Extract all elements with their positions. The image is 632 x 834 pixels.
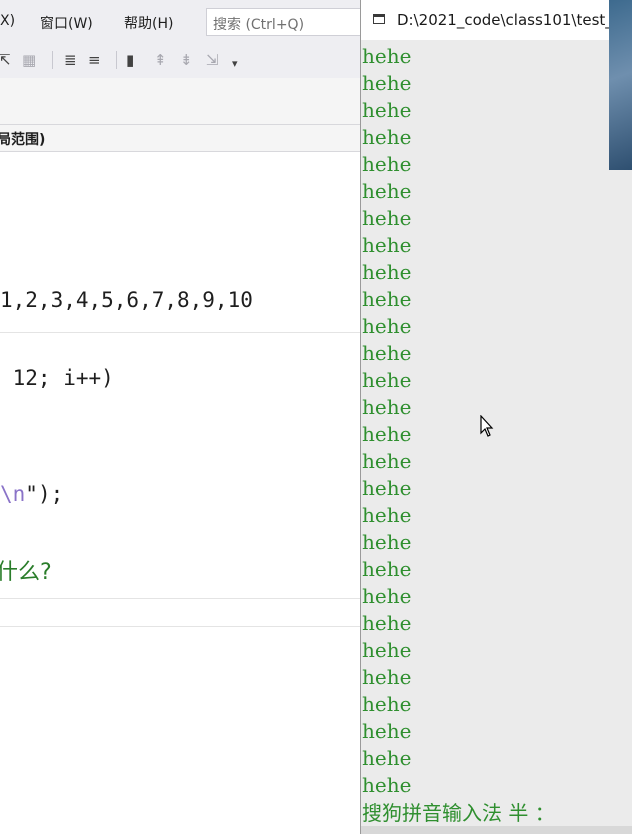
line-separator	[0, 598, 360, 599]
prev-bookmark-icon[interactable]: ⇞	[154, 50, 167, 70]
console-output-line: hehe	[362, 449, 412, 473]
console-output-line: hehe	[362, 152, 412, 176]
menu-bar: X) 窗口(W) 帮助(H) 搜索 (Ctrl+Q)	[0, 0, 360, 44]
console-output-line: hehe	[362, 98, 412, 122]
console-window[interactable]: D:\2021_code\class101\test_9 hehe hehe heh…	[360, 0, 632, 834]
console-output-line: hehe	[362, 125, 412, 149]
visual-studio-window: X) 窗口(W) 帮助(H) 搜索 (Ctrl+Q) ⇱ ▦ ≣ ≡ ▮ ⇞ ⇟…	[0, 0, 360, 834]
desktop-background	[609, 0, 632, 170]
console-output-line: hehe	[362, 206, 412, 230]
console-output-line: hehe	[362, 179, 412, 203]
console-title: D:\2021_code\class101\test_9	[397, 11, 623, 29]
console-output-line: hehe	[362, 314, 412, 338]
console-output-line: hehe	[362, 260, 412, 284]
menu-tools-fragment[interactable]: X)	[0, 13, 15, 29]
console-output-line: hehe	[362, 71, 412, 95]
navigation-bar[interactable]: 局范围)	[0, 124, 360, 152]
toolbar: ⇱ ▦ ≣ ≡ ▮ ⇞ ⇟ ⇲ ▾	[0, 44, 360, 78]
code-editor[interactable]: 1,2,3,4,5,6,7,8,9,10 12; i++) \n"); 什么?	[0, 152, 360, 834]
clipboard-icon[interactable]: ▦	[22, 50, 36, 70]
console-output-line: hehe	[362, 44, 412, 68]
console-output-line: hehe	[362, 341, 412, 365]
console-output-line: hehe	[362, 476, 412, 500]
step-icon[interactable]: ⇱	[0, 50, 11, 70]
console-output-line: hehe	[362, 395, 412, 419]
next-bookmark-icon[interactable]: ⇟	[180, 50, 193, 70]
escape-sequence: \n	[0, 482, 26, 506]
console-output-line: hehe	[362, 287, 412, 311]
clear-bookmarks-icon[interactable]: ⇲	[206, 50, 219, 70]
line-separator	[0, 626, 360, 627]
menu-window[interactable]: 窗口(W)	[40, 13, 93, 33]
comment-lines-icon[interactable]: ≣	[64, 50, 77, 70]
code-line-printf-tail: ");	[25, 482, 64, 506]
console-app-icon	[373, 14, 385, 24]
toolbar-overflow-icon[interactable]: ▾	[232, 54, 238, 74]
console-output-line: hehe	[362, 233, 412, 257]
scope-dropdown[interactable]: 局范围)	[0, 129, 45, 149]
console-title-bar[interactable]: D:\2021_code\class101\test_9	[361, 0, 622, 40]
console-output-line: hehe	[362, 503, 412, 527]
code-comment: 什么?	[0, 560, 52, 585]
console-output-line: hehe	[362, 611, 412, 635]
console-output-line: hehe	[362, 584, 412, 608]
mouse-cursor-icon	[480, 415, 494, 437]
code-line-printf: \n");	[0, 482, 63, 506]
toolbar-separator	[52, 51, 53, 69]
console-output-line: hehe	[362, 746, 412, 770]
console-output-line: hehe	[362, 422, 412, 446]
search-input[interactable]: 搜索 (Ctrl+Q)	[206, 8, 360, 36]
console-output-line: hehe	[362, 530, 412, 554]
console-output: hehe hehe hehe hehe hehe hehe hehe hehe hehe hehe…	[362, 43, 411, 799]
console-output-line: hehe	[362, 719, 412, 743]
console-output-line: hehe	[362, 692, 412, 716]
console-output-line: hehe	[362, 665, 412, 689]
ime-status: 搜狗拼音输入法 半 ：	[362, 801, 555, 825]
console-output-line: hehe	[362, 638, 412, 662]
code-line-for-loop: 12; i++)	[0, 366, 114, 390]
code-line-array-init: 1,2,3,4,5,6,7,8,9,10	[0, 288, 253, 312]
horizontal-scrollbar[interactable]	[361, 826, 632, 834]
console-output-line: hehe	[362, 368, 412, 392]
console-output-line: hehe	[362, 773, 412, 797]
line-separator	[0, 332, 360, 333]
uncomment-lines-icon[interactable]: ≡	[88, 50, 101, 70]
menu-help[interactable]: 帮助(H)	[124, 13, 173, 33]
toolbar-separator	[116, 51, 117, 69]
bookmark-icon[interactable]: ▮	[126, 50, 134, 70]
console-output-line: hehe	[362, 557, 412, 581]
